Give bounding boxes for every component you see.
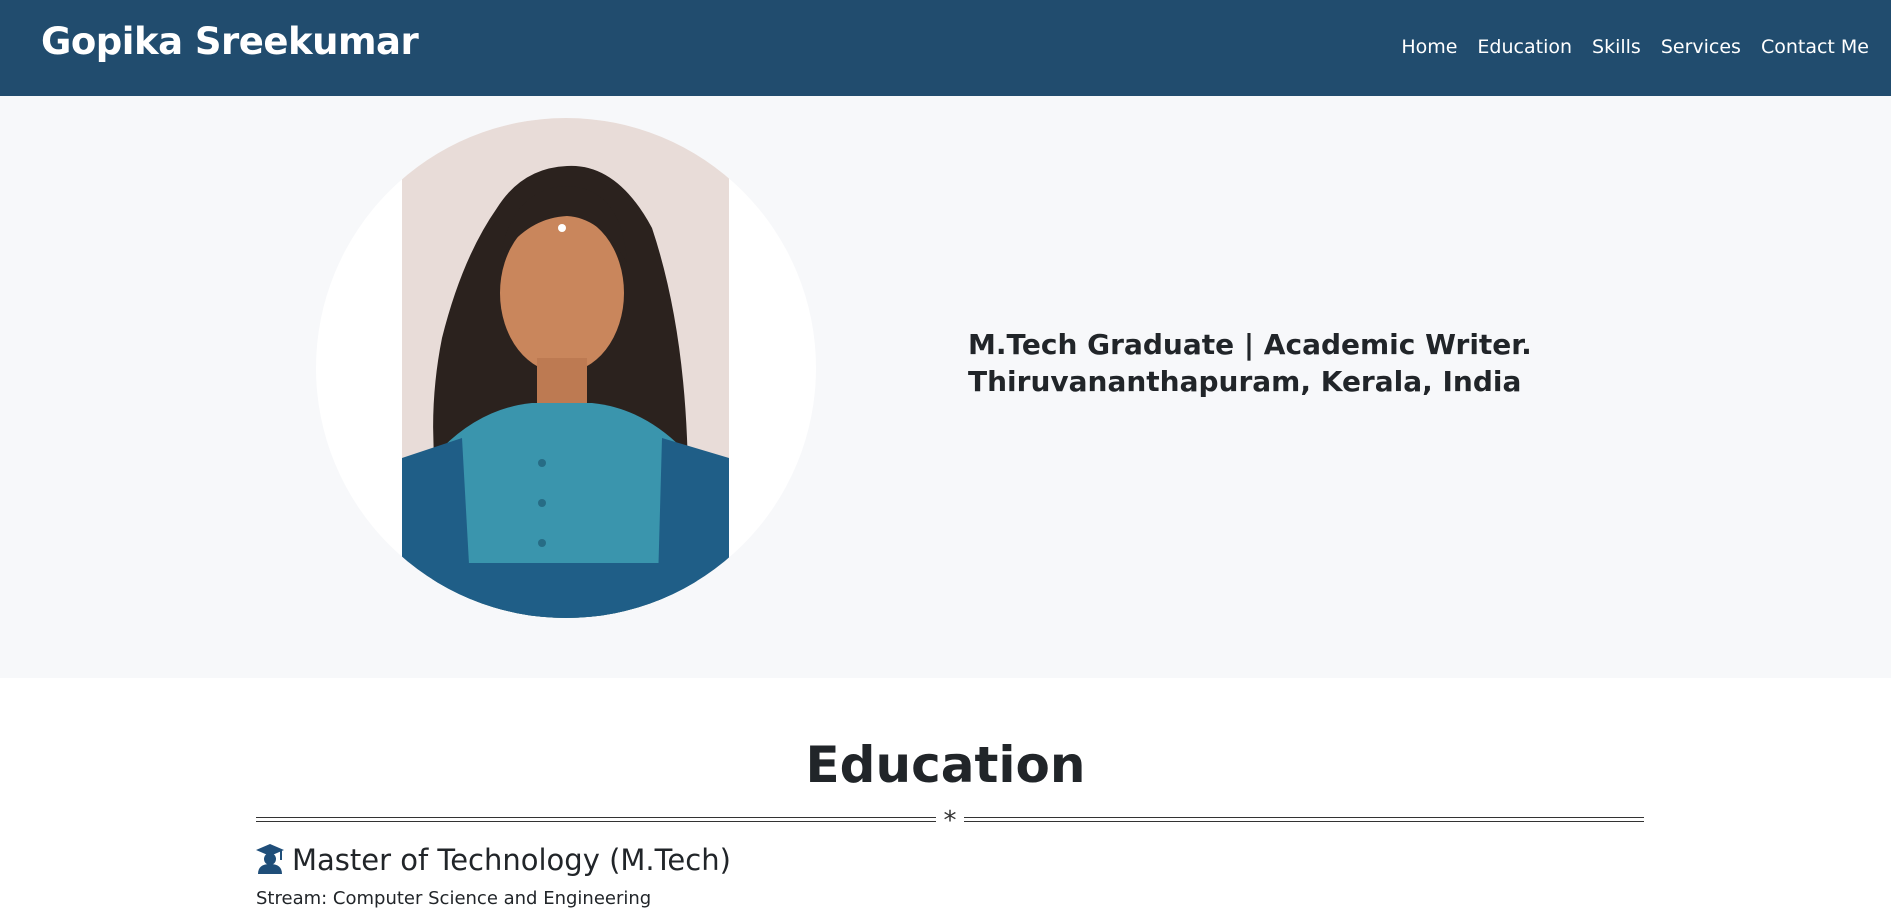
hero-location: Thiruvananthapuram, Kerala, India [968,365,1522,398]
nav-links: Home Education Skills Services Contact M… [1401,36,1869,58]
nav-education-link[interactable]: Education [1477,36,1572,58]
graduation-cap-icon [256,842,284,878]
nav-home-link[interactable]: Home [1401,36,1457,58]
divider-star: * [943,806,957,836]
nav-skills-link[interactable]: Skills [1592,36,1641,58]
top-navbar: Gopika Sreekumar Home Education Skills S… [0,0,1891,96]
nav-services-link[interactable]: Services [1661,36,1741,58]
site-brand[interactable]: Gopika Sreekumar [41,20,419,63]
divider-left [256,817,936,822]
hero-role: M.Tech Graduate | Academic Writer. [968,328,1532,361]
education-item: Master of Technology (M.Tech) [256,842,731,878]
education-heading: Education [805,736,1086,794]
profile-photo [316,118,816,618]
degree-title: Master of Technology (M.Tech) [292,843,731,877]
hero-tagline: M.Tech Graduate | Academic Writer. Thiru… [968,326,1532,400]
degree-stream: Stream: Computer Science and Engineering [256,888,652,909]
divider-right [964,817,1644,822]
hero-section [0,96,1891,678]
portrait-image [402,118,729,618]
nav-contact-link[interactable]: Contact Me [1761,36,1869,58]
